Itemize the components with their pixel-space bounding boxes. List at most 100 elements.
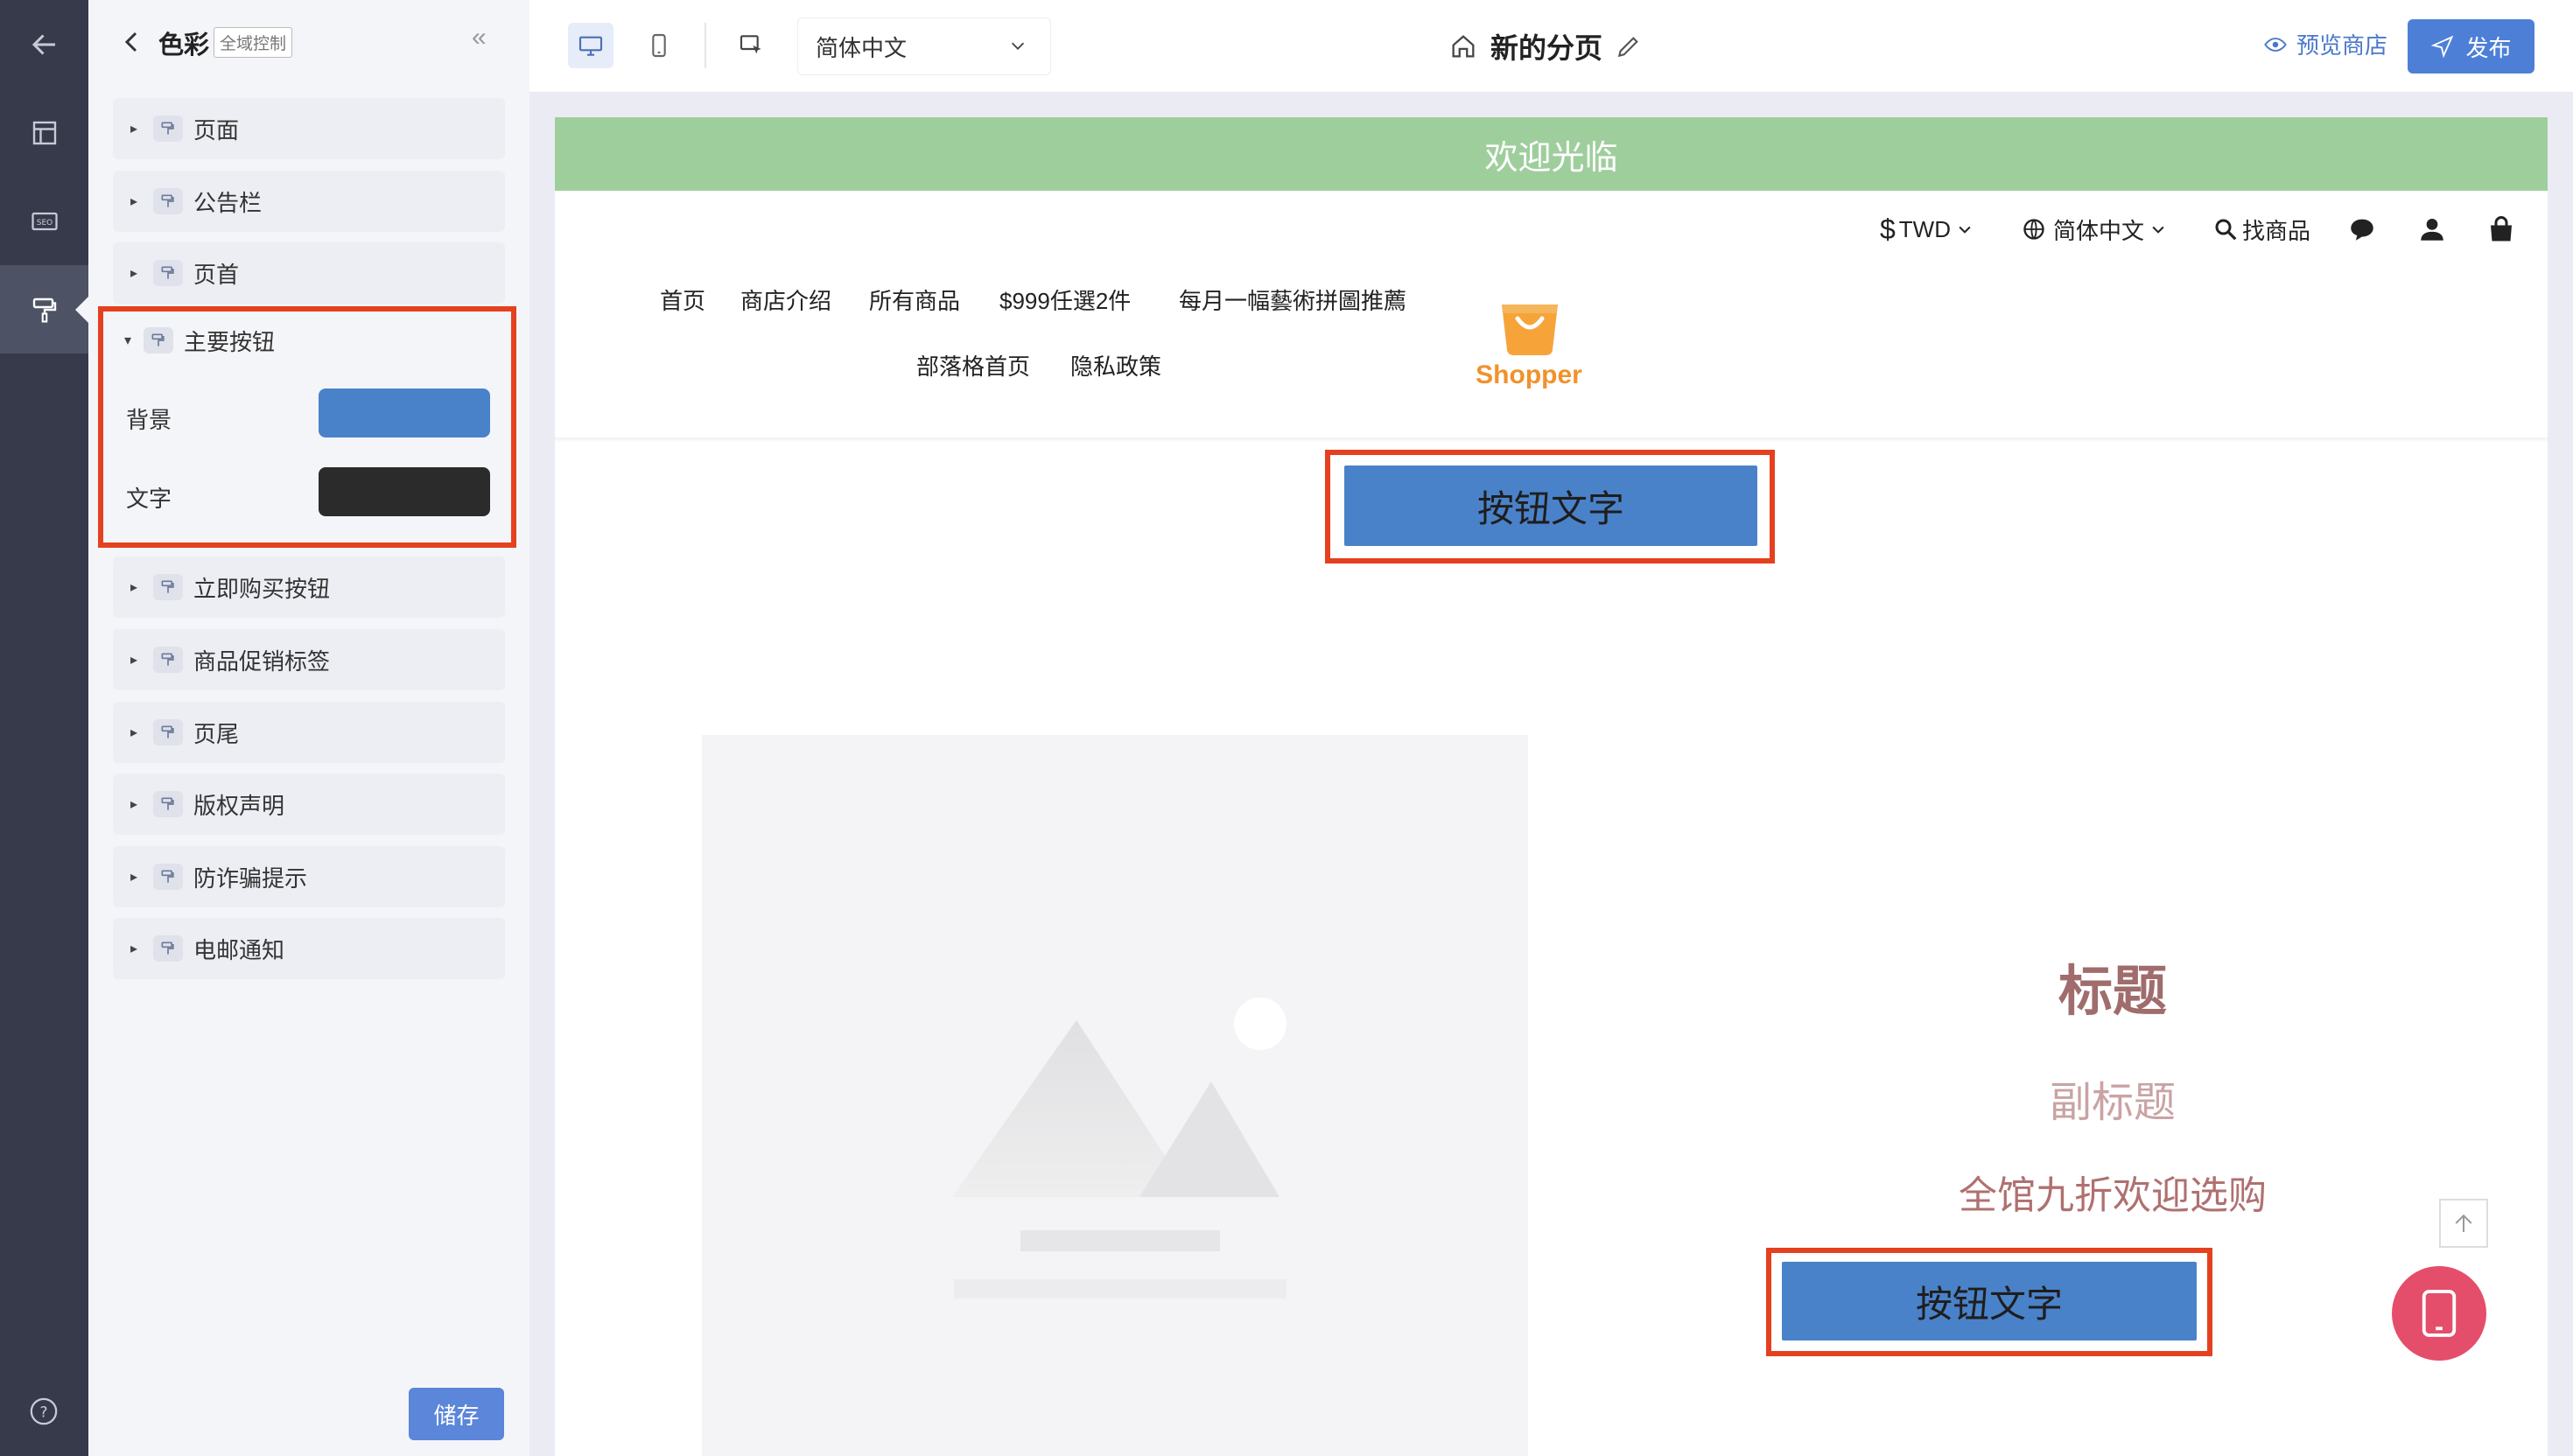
paint-roller-icon bbox=[153, 935, 183, 962]
section-buy-now-button[interactable]: ▸ 立即购买按钮 bbox=[113, 556, 505, 618]
collapse-panel-icon[interactable]: « bbox=[472, 23, 487, 52]
section-label: 页面 bbox=[193, 116, 240, 144]
caret-right-icon: ▸ bbox=[130, 725, 138, 740]
panel-title: 色彩 bbox=[158, 32, 210, 60]
global-control-tag: 全域控制 bbox=[214, 27, 293, 58]
nav-monthly-puzzle[interactable]: 每月一幅藝術拼圖推薦 bbox=[1179, 284, 1406, 316]
section-copyright[interactable]: ▸ 版权声明 bbox=[113, 774, 505, 835]
help-icon[interactable]: ? bbox=[29, 1396, 59, 1426]
paint-roller-icon bbox=[153, 116, 183, 142]
save-button[interactable]: 储存 bbox=[409, 1388, 504, 1440]
home-icon bbox=[1452, 35, 1475, 58]
smartphone-icon bbox=[2422, 1290, 2457, 1337]
paint-roller-icon bbox=[153, 647, 183, 673]
section-label: 公告栏 bbox=[193, 189, 263, 216]
text-color-label: 文字 bbox=[126, 486, 172, 512]
section-anti-fraud[interactable]: ▸ 防诈骗提示 bbox=[113, 846, 505, 907]
cart-icon[interactable] bbox=[2485, 203, 2517, 256]
shopper-bag-logo-icon[interactable] bbox=[1495, 296, 1565, 357]
section-primary-button: ▾ 主要按钮 背景 文字 bbox=[98, 306, 516, 548]
caret-right-icon: ▸ bbox=[130, 797, 138, 812]
caret-right-icon: ▸ bbox=[130, 122, 138, 136]
chat-icon[interactable] bbox=[2347, 203, 2377, 256]
search-icon bbox=[2215, 219, 2237, 241]
chevron-down-icon bbox=[2152, 226, 2164, 234]
image-placeholder-icon bbox=[952, 998, 1286, 1298]
announcement-bar[interactable]: 欢迎光临 bbox=[555, 117, 2548, 191]
currency-selector[interactable]: $ TWD bbox=[1880, 203, 1974, 256]
section-label: 版权声明 bbox=[193, 792, 285, 819]
site-language-label: 简体中文 bbox=[2053, 217, 2145, 244]
mobile-preview-button[interactable] bbox=[2392, 1266, 2486, 1361]
section-email-notice[interactable]: ▸ 电邮通知 bbox=[113, 918, 505, 979]
caret-down-icon: ▾ bbox=[124, 333, 132, 348]
language-select[interactable]: 简体中文 bbox=[797, 18, 1051, 75]
logo-text: Shopper bbox=[1476, 360, 1582, 389]
layout-icon[interactable] bbox=[0, 88, 88, 177]
publish-button[interactable]: 发布 bbox=[2408, 19, 2534, 74]
caret-right-icon: ▸ bbox=[130, 194, 138, 209]
section-announcement[interactable]: ▸ 公告栏 bbox=[113, 171, 505, 232]
eye-icon bbox=[2264, 37, 2287, 52]
section-label: 页尾 bbox=[193, 720, 240, 747]
arrow-up-icon bbox=[2455, 1214, 2472, 1232]
caret-right-icon: ▸ bbox=[130, 870, 138, 885]
globe-icon bbox=[2023, 219, 2044, 240]
section-page[interactable]: ▸ 页面 bbox=[113, 98, 505, 159]
left-rail: SEO ? bbox=[0, 0, 89, 1456]
desktop-view-icon[interactable] bbox=[568, 23, 613, 68]
paint-roller-icon bbox=[153, 719, 183, 746]
color-settings-panel: 色彩 全域控制 « ▸ 页面 ▸ 公告栏 ▸ 页首 ▸ 立即购买按钮 ▸ 商品促… bbox=[88, 0, 529, 1456]
svg-text:SEO: SEO bbox=[36, 218, 52, 227]
search-link[interactable]: 找商品 bbox=[2212, 203, 2310, 256]
select-element-icon[interactable] bbox=[729, 23, 775, 68]
preview-store-label: 预览商店 bbox=[2296, 32, 2388, 59]
caret-right-icon: ▸ bbox=[130, 266, 138, 281]
paint-roller-icon bbox=[153, 791, 183, 817]
page-title-group: 新的分页 bbox=[1448, 24, 1643, 68]
editor-toolbar: 简体中文 新的分页 预览商店 发布 bbox=[529, 0, 2573, 93]
section-primary-button-header[interactable]: ▾ 主要按钮 bbox=[103, 312, 511, 369]
back-arrow-icon[interactable] bbox=[0, 0, 88, 88]
page-title: 新的分页 bbox=[1490, 32, 1603, 64]
header-divider bbox=[555, 438, 2548, 443]
rail-active-pointer bbox=[75, 296, 89, 324]
chevron-down-icon bbox=[1011, 42, 1025, 50]
language-select-value: 简体中文 bbox=[816, 34, 908, 61]
section-label: 主要按钮 bbox=[184, 328, 276, 355]
background-color-label: 背景 bbox=[126, 407, 172, 433]
primary-button-top[interactable]: 按钮文字 bbox=[1344, 466, 1757, 546]
nav-about[interactable]: 商店介绍 bbox=[740, 284, 831, 316]
caret-right-icon: ▸ bbox=[130, 942, 138, 956]
hero-subtitle[interactable]: 副标题 bbox=[1850, 1068, 2375, 1129]
edit-pencil-icon[interactable] bbox=[1615, 32, 1643, 60]
paint-roller-icon bbox=[153, 574, 183, 600]
section-header[interactable]: ▸ 页首 bbox=[113, 242, 505, 304]
chevron-left-icon[interactable] bbox=[118, 26, 146, 58]
background-color-swatch[interactable] bbox=[319, 388, 490, 438]
nav-all-products[interactable]: 所有商品 bbox=[869, 284, 960, 316]
currency-symbol: $ bbox=[1880, 213, 1896, 245]
site-language-selector[interactable]: 简体中文 bbox=[2022, 203, 2167, 256]
nav-blog[interactable]: 部落格首页 bbox=[916, 349, 1030, 382]
send-icon bbox=[2431, 35, 2454, 59]
seo-icon[interactable]: SEO bbox=[0, 177, 88, 265]
chevron-down-icon bbox=[1959, 226, 1971, 234]
text-color-swatch[interactable] bbox=[319, 467, 490, 516]
nav-privacy[interactable]: 隐私政策 bbox=[1070, 349, 1161, 382]
section-footer[interactable]: ▸ 页尾 bbox=[113, 702, 505, 763]
account-icon[interactable] bbox=[2417, 203, 2447, 256]
primary-button-hero[interactable]: 按钮文字 bbox=[1782, 1262, 2197, 1340]
caret-right-icon: ▸ bbox=[130, 580, 138, 595]
section-promo-tag[interactable]: ▸ 商品促销标签 bbox=[113, 629, 505, 690]
preview-store-link[interactable]: 预览商店 bbox=[2263, 28, 2387, 60]
currency-label: TWD bbox=[1898, 215, 1951, 242]
back-to-top-button[interactable] bbox=[2439, 1199, 2488, 1248]
hero-title[interactable]: 标题 bbox=[1850, 947, 2375, 1026]
hero-description[interactable]: 全馆九折欢迎选购 bbox=[1763, 1164, 2463, 1220]
image-placeholder[interactable] bbox=[702, 735, 1528, 1456]
publish-label: 发布 bbox=[2465, 34, 2512, 61]
nav-home[interactable]: 首页 bbox=[660, 284, 705, 316]
nav-999-deal[interactable]: $999任選2件 bbox=[999, 284, 1131, 316]
mobile-view-icon[interactable] bbox=[636, 23, 682, 68]
